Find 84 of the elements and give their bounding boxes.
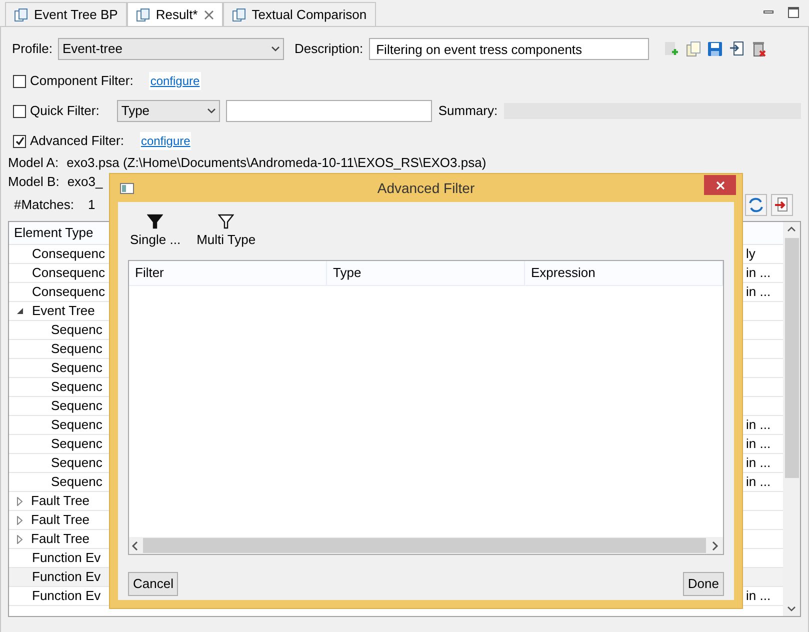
column-header[interactable]: Filter — [129, 261, 327, 285]
close-icon[interactable] — [204, 10, 214, 20]
element-type-cell-text: Sequenc — [51, 435, 102, 454]
table-cell-text: in ... — [746, 587, 771, 606]
summary-label: Summary: — [438, 102, 498, 120]
sync-icon[interactable] — [745, 194, 767, 216]
vertical-scrollbar[interactable] — [783, 222, 800, 616]
element-type-cell-text: Sequenc — [51, 321, 102, 340]
close-button[interactable] — [704, 175, 736, 195]
collapsed-triangle-icon[interactable] — [17, 534, 23, 544]
multi-filter-button[interactable]: Multi Type — [194, 214, 258, 250]
element-type-cell-text: Fault Tree — [31, 492, 90, 510]
model-b-path: exo3_ — [67, 172, 103, 191]
element-type-cell-text: Consequenc — [32, 283, 105, 302]
dialog-title: Advanced Filter — [376, 178, 476, 198]
window-icon — [120, 182, 134, 194]
configure-link[interactable]: configure — [149, 72, 201, 90]
element-type-cell-text: Sequenc — [51, 378, 102, 396]
collapsed-triangle-icon[interactable] — [17, 516, 23, 524]
type-dropdown[interactable]: Type — [117, 100, 220, 122]
export-icon[interactable] — [729, 41, 746, 57]
configure-link[interactable]: configure — [140, 132, 192, 150]
document-icon — [136, 8, 150, 22]
model-a-path: exo3.psa (Z:\Home\Documents\Andromeda-10-11\EXOS_RS\EXO3.psa) — [66, 154, 486, 172]
add-document-icon[interactable] — [663, 41, 680, 57]
scroll-up-icon[interactable] — [787, 226, 796, 232]
model-a-label: Model A: — [8, 154, 59, 172]
element-type-cell-text: Event Tree — [32, 302, 95, 320]
element-type-cell-text: Fault Tree — [31, 511, 90, 530]
description-label: Description: — [294, 40, 364, 58]
tab[interactable]: Result* — [126, 2, 223, 26]
horizontal-scrollbar[interactable] — [129, 537, 723, 554]
expanded-triangle-icon[interactable] — [17, 308, 24, 314]
column-header[interactable]: Expression — [525, 261, 723, 285]
matches-count: 1 — [88, 196, 96, 214]
element-type-cell-text: Sequenc — [51, 416, 102, 434]
element-type-cell-text: Sequenc — [51, 359, 102, 378]
component-filter-label: Component Filter: — [30, 72, 134, 90]
document-icon — [232, 8, 246, 22]
scroll-down-icon[interactable] — [787, 606, 796, 612]
quick-filter-field[interactable] — [226, 100, 432, 122]
table-cell-text: in ... — [746, 283, 771, 302]
table-cell-text: in ... — [746, 435, 771, 454]
element-type-cell-text: Sequenc — [51, 473, 102, 492]
element-type-cell-text: Function Ev — [32, 587, 101, 606]
profile-label: Profile: — [12, 40, 52, 58]
table-cell-text: ly — [746, 245, 756, 264]
matches-label: #Matches: — [14, 196, 74, 214]
element-type-cell-text: Sequenc — [51, 397, 102, 416]
close-icon — [716, 180, 724, 190]
checkbox[interactable] — [13, 74, 26, 88]
checkbox[interactable] — [13, 134, 26, 148]
element-type-cell-text: Consequenc — [32, 245, 105, 264]
maximize-icon[interactable] — [788, 7, 799, 18]
element-type-cell-text: Sequenc — [51, 340, 102, 358]
table-cell-text: in ... — [746, 264, 771, 282]
element-type-cell-text: Function Ev — [32, 568, 101, 586]
cancel-button[interactable]: Cancel — [128, 572, 178, 596]
funnel-icon — [218, 214, 234, 230]
column-header[interactable]: Type — [327, 261, 525, 285]
model-b-label: Model B: — [8, 172, 60, 191]
collapsed-triangle-icon[interactable] — [17, 496, 23, 506]
tab[interactable]: Textual Comparison — [222, 2, 376, 26]
funnel-icon — [147, 214, 164, 230]
table-cell-text: in ... — [746, 473, 771, 492]
save-icon[interactable] — [707, 41, 724, 57]
single-filter-button[interactable]: Single ... — [128, 214, 183, 250]
copy-icon[interactable] — [685, 41, 702, 57]
quick-filter-label: Quick Filter: — [30, 102, 100, 120]
delete-icon[interactable] — [751, 41, 768, 57]
element-type-cell-text: Consequenc — [32, 264, 105, 282]
description-field[interactable]: Filtering on event tress components — [369, 38, 650, 60]
checkbox[interactable] — [13, 104, 26, 118]
profile-dropdown[interactable]: Event-tree — [58, 38, 284, 60]
advanced-filter-label: Advanced Filter: — [30, 132, 124, 150]
tab[interactable]: Event Tree BP — [5, 2, 127, 26]
document-icon — [14, 8, 28, 22]
element-type-cell-text: Function Ev — [32, 549, 101, 568]
element-type-cell-text: Fault Tree — [31, 530, 90, 548]
done-button[interactable]: Done — [682, 572, 724, 596]
exit-icon[interactable] — [771, 194, 793, 216]
table-cell-text: in ... — [746, 454, 771, 472]
table-cell-text: in ... — [746, 416, 771, 434]
element-type-cell-text: Sequenc — [51, 454, 102, 472]
